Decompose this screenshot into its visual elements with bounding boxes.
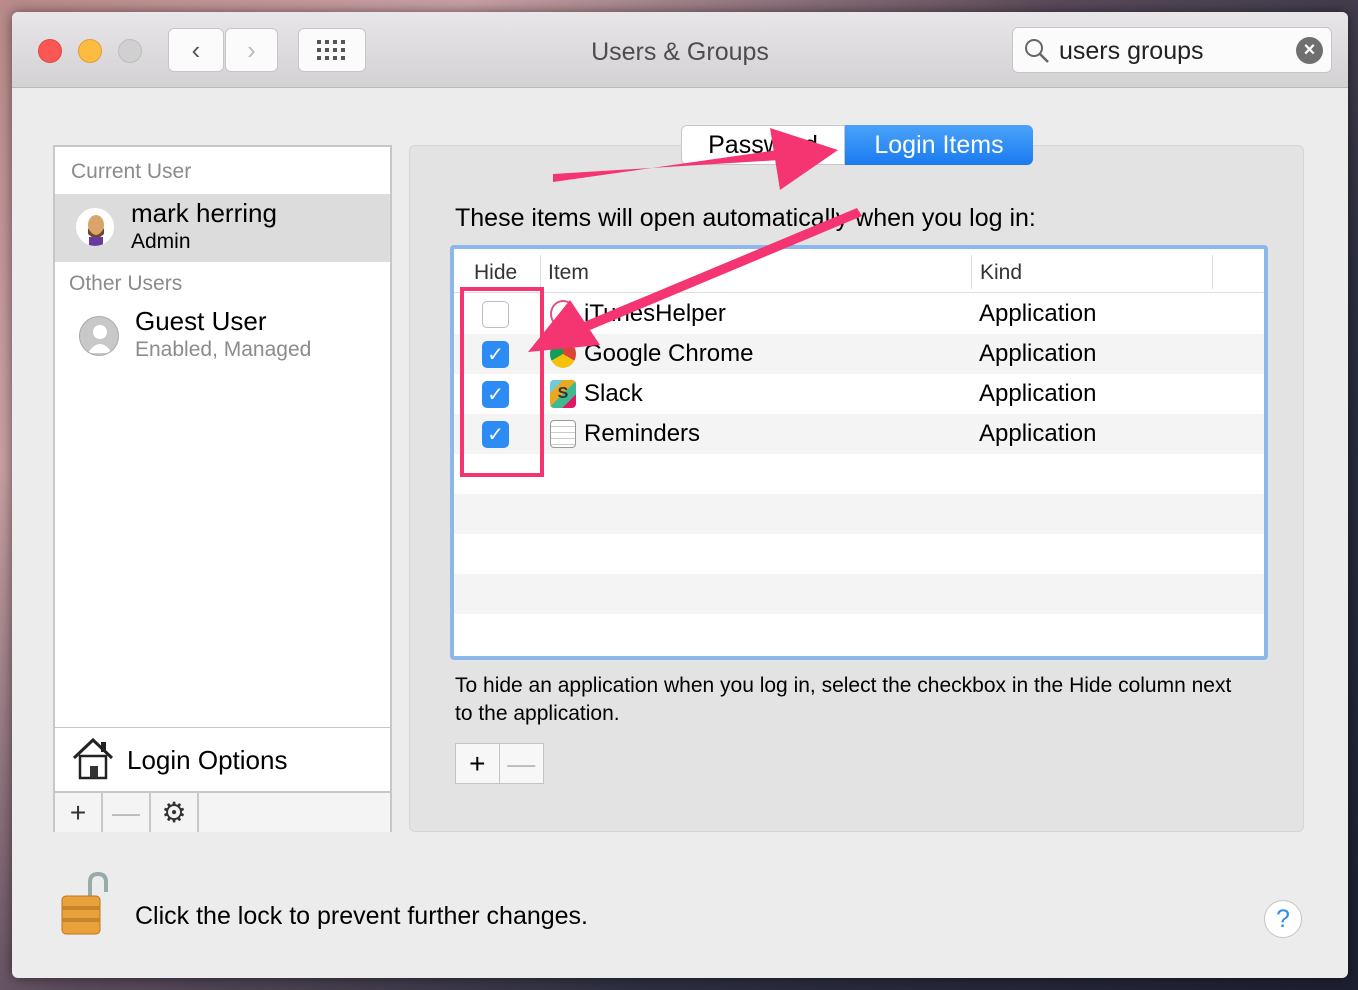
item-kind: Application <box>979 380 1097 407</box>
user-name: mark herring <box>131 198 277 228</box>
hide-instructions: To hide an application when you log in, … <box>455 674 1232 725</box>
chrome-icon <box>550 340 576 368</box>
remove-login-item-button[interactable]: — <box>500 744 544 783</box>
hide-checkbox[interactable]: ✓ <box>482 421 509 448</box>
table-row[interactable]: ✓ Reminders Application <box>454 414 1264 454</box>
item-name: iTunesHelper <box>584 300 726 327</box>
item-name: Slack <box>584 380 643 407</box>
hide-checkbox[interactable] <box>482 301 509 328</box>
slack-icon: S <box>550 380 576 408</box>
table-row[interactable]: ✓ S Slack Application <box>454 374 1264 414</box>
login-options-button[interactable]: Login Options <box>55 727 390 791</box>
clear-search-icon[interactable]: × <box>1296 37 1323 64</box>
search-field[interactable]: users groups × <box>1012 27 1332 73</box>
table-header: Hide Item Kind <box>454 253 1264 293</box>
user-row-guest[interactable]: Guest User Enabled, Managed <box>55 302 390 370</box>
hide-checkbox[interactable]: ✓ <box>482 381 509 408</box>
column-kind[interactable]: Kind <box>980 261 1022 285</box>
users-button-bar: + — ⚙ <box>55 791 390 832</box>
column-hide[interactable]: Hide <box>474 261 517 285</box>
login-options-label: Login Options <box>127 745 288 775</box>
other-users-header: Other Users <box>69 272 183 295</box>
tab-password[interactable]: Password <box>681 125 845 165</box>
search-icon <box>1025 39 1049 63</box>
item-kind: Application <box>979 300 1097 327</box>
add-login-item-button[interactable]: + <box>456 744 500 783</box>
item-kind: Application <box>979 420 1097 447</box>
itunes-icon <box>550 300 576 328</box>
users-list: Current User mark herring Admin Other Us… <box>53 145 392 832</box>
search-input[interactable]: users groups <box>1059 37 1204 66</box>
lock-message: Click the lock to prevent further change… <box>135 902 589 930</box>
current-user-header: Current User <box>71 160 192 183</box>
column-item[interactable]: Item <box>548 261 589 285</box>
reminders-icon <box>550 420 576 448</box>
table-row[interactable]: iTunesHelper Application <box>454 294 1264 334</box>
system-preferences-window: ‹ › Users & Groups users groups × Curren… <box>12 12 1348 978</box>
user-row-mark-herring[interactable]: mark herring Admin <box>55 194 390 262</box>
user-role: Admin <box>131 230 191 253</box>
remove-user-button[interactable]: — <box>103 793 151 832</box>
help-button[interactable]: ? <box>1264 900 1302 938</box>
guest-avatar-icon <box>79 316 119 356</box>
lock-open-icon[interactable] <box>60 872 112 938</box>
user-status: Enabled, Managed <box>135 338 312 361</box>
gear-icon[interactable]: ⚙ <box>151 793 199 832</box>
tab-login-items[interactable]: Login Items <box>845 125 1033 165</box>
add-user-button[interactable]: + <box>55 793 103 832</box>
house-icon <box>72 737 114 780</box>
table-row[interactable]: ✓ Google Chrome Application <box>454 334 1264 374</box>
login-items-heading: These items will open automatically when… <box>455 204 1036 232</box>
user-name: Guest User <box>135 306 267 336</box>
login-items-table: Hide Item Kind iTunesHelper Application … <box>450 245 1268 660</box>
item-kind: Application <box>979 340 1097 367</box>
title-bar: ‹ › Users & Groups users groups × <box>12 12 1348 88</box>
item-name: Google Chrome <box>584 340 754 367</box>
user-avatar <box>75 207 115 247</box>
login-items-buttons: + — <box>455 743 544 784</box>
item-name: Reminders <box>584 420 701 447</box>
hide-checkbox[interactable]: ✓ <box>482 341 509 368</box>
